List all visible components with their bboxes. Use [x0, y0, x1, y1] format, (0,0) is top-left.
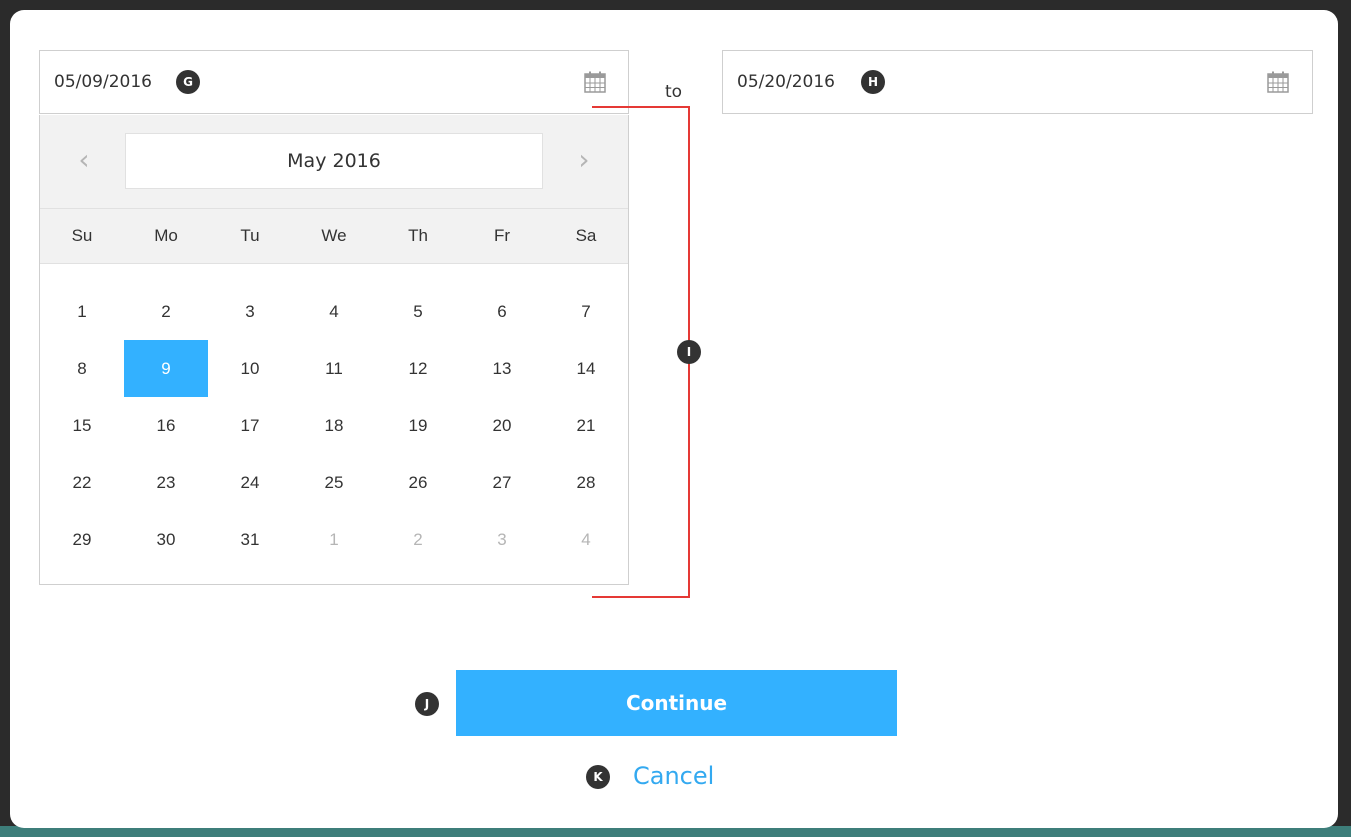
weekday-label: Tu [240, 226, 260, 245]
weekday-label: Th [408, 226, 428, 245]
calendar-day[interactable]: 15 [40, 397, 124, 454]
date-range-dialog: 05/09/2016 G to 05/20/2016 H ‹ May 2016 … [10, 10, 1338, 828]
annotation-bracket [592, 106, 690, 598]
weekday-label: Mo [154, 226, 178, 245]
calendar-day[interactable]: 10 [208, 340, 292, 397]
calendar-day[interactable]: 19 [376, 397, 460, 454]
start-date-value: 05/09/2016 [54, 72, 152, 92]
calendar-day[interactable]: 12 [376, 340, 460, 397]
calendar-day[interactable]: 20 [460, 397, 544, 454]
calendar-day[interactable]: 31 [208, 511, 292, 568]
calendar-day-selected[interactable]: 9 [124, 340, 208, 397]
calendar-day[interactable]: 4 [292, 283, 376, 340]
annotation-marker-i: I [677, 340, 701, 364]
weekday-label: We [321, 226, 347, 245]
calendar-day[interactable]: 25 [292, 454, 376, 511]
range-separator-label: to [665, 82, 683, 102]
month-label[interactable]: May 2016 [125, 133, 543, 189]
calendar-day[interactable]: 2 [376, 511, 460, 568]
calendar-day[interactable]: 27 [460, 454, 544, 511]
weekday-label: Fr [493, 226, 511, 245]
calendar-day[interactable]: 24 [208, 454, 292, 511]
calendar-day[interactable]: 16 [124, 397, 208, 454]
end-date-input[interactable]: 05/20/2016 H [722, 50, 1313, 114]
calendar-day[interactable]: 17 [208, 397, 292, 454]
calendar-day[interactable]: 6 [460, 283, 544, 340]
start-date-input[interactable]: 05/09/2016 G [39, 50, 629, 114]
calendar-header: ‹ May 2016 › [40, 115, 628, 208]
calendar-day[interactable]: 8 [40, 340, 124, 397]
calendar-day[interactable]: 3 [208, 283, 292, 340]
calendar-day[interactable]: 5 [376, 283, 460, 340]
calendar-day[interactable]: 30 [124, 511, 208, 568]
calendar-day[interactable]: 3 [460, 511, 544, 568]
calendar-day[interactable]: 23 [124, 454, 208, 511]
annotation-marker-k: K [586, 765, 610, 789]
calendar-day[interactable]: 2 [124, 283, 208, 340]
weekday-header-row: Su Mo Tu We Th Fr Sa [40, 208, 628, 264]
calendar-popup: ‹ May 2016 › Su Mo Tu We Th Fr Sa 1 2 3 4 5 6 7 8 9 10 1… [39, 115, 629, 585]
calendar-day[interactable]: 13 [460, 340, 544, 397]
cancel-link[interactable]: Cancel [633, 762, 714, 790]
continue-button[interactable]: Continue [456, 670, 897, 736]
calendar-day[interactable]: 18 [292, 397, 376, 454]
calendar-icon[interactable] [1266, 70, 1290, 94]
calendar-day[interactable]: 1 [292, 511, 376, 568]
weekday-label: Su [71, 226, 93, 245]
calendar-day[interactable]: 26 [376, 454, 460, 511]
calendar-icon[interactable] [583, 70, 607, 94]
annotation-marker-j: J [415, 692, 439, 716]
chevron-left-icon[interactable]: ‹ [72, 145, 96, 175]
calendar-day[interactable]: 11 [292, 340, 376, 397]
annotation-marker-h: H [861, 70, 885, 94]
calendar-day[interactable]: 1 [40, 283, 124, 340]
annotation-marker-g: G [176, 70, 200, 94]
end-date-value: 05/20/2016 [737, 72, 835, 92]
calendar-day[interactable]: 22 [40, 454, 124, 511]
calendar-days-grid: 1 2 3 4 5 6 7 8 9 10 11 12 13 14 15 16 17 18 19 20 21 22 23 24 2… [40, 283, 628, 568]
calendar-day[interactable]: 29 [40, 511, 124, 568]
